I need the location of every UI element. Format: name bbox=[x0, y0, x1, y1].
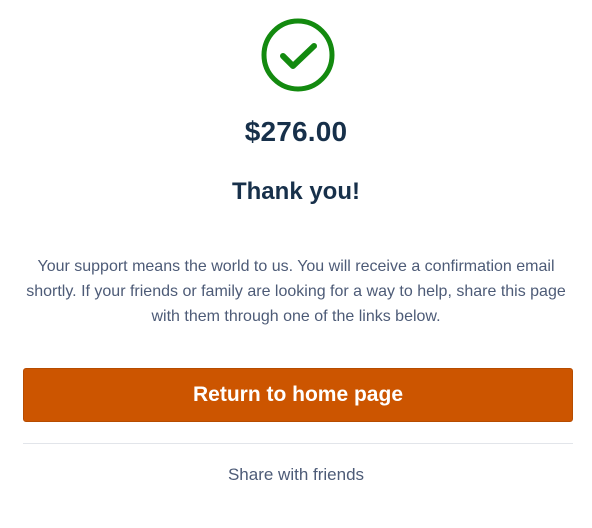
share-with-friends-link[interactable]: Share with friends bbox=[0, 465, 592, 485]
check-circle-icon bbox=[261, 18, 335, 92]
thank-you-heading: Thank you! bbox=[231, 178, 360, 205]
divider bbox=[23, 443, 573, 444]
donation-amount: $276.00 bbox=[244, 116, 348, 147]
confirmation-message: Your support means the world to us. You … bbox=[26, 258, 566, 325]
check-circle-icon-graphic bbox=[261, 18, 335, 92]
return-home-button[interactable]: Return to home page bbox=[23, 368, 573, 422]
donation-confirmation-card: $276.00 Thank you! Your support means th… bbox=[0, 0, 592, 528]
